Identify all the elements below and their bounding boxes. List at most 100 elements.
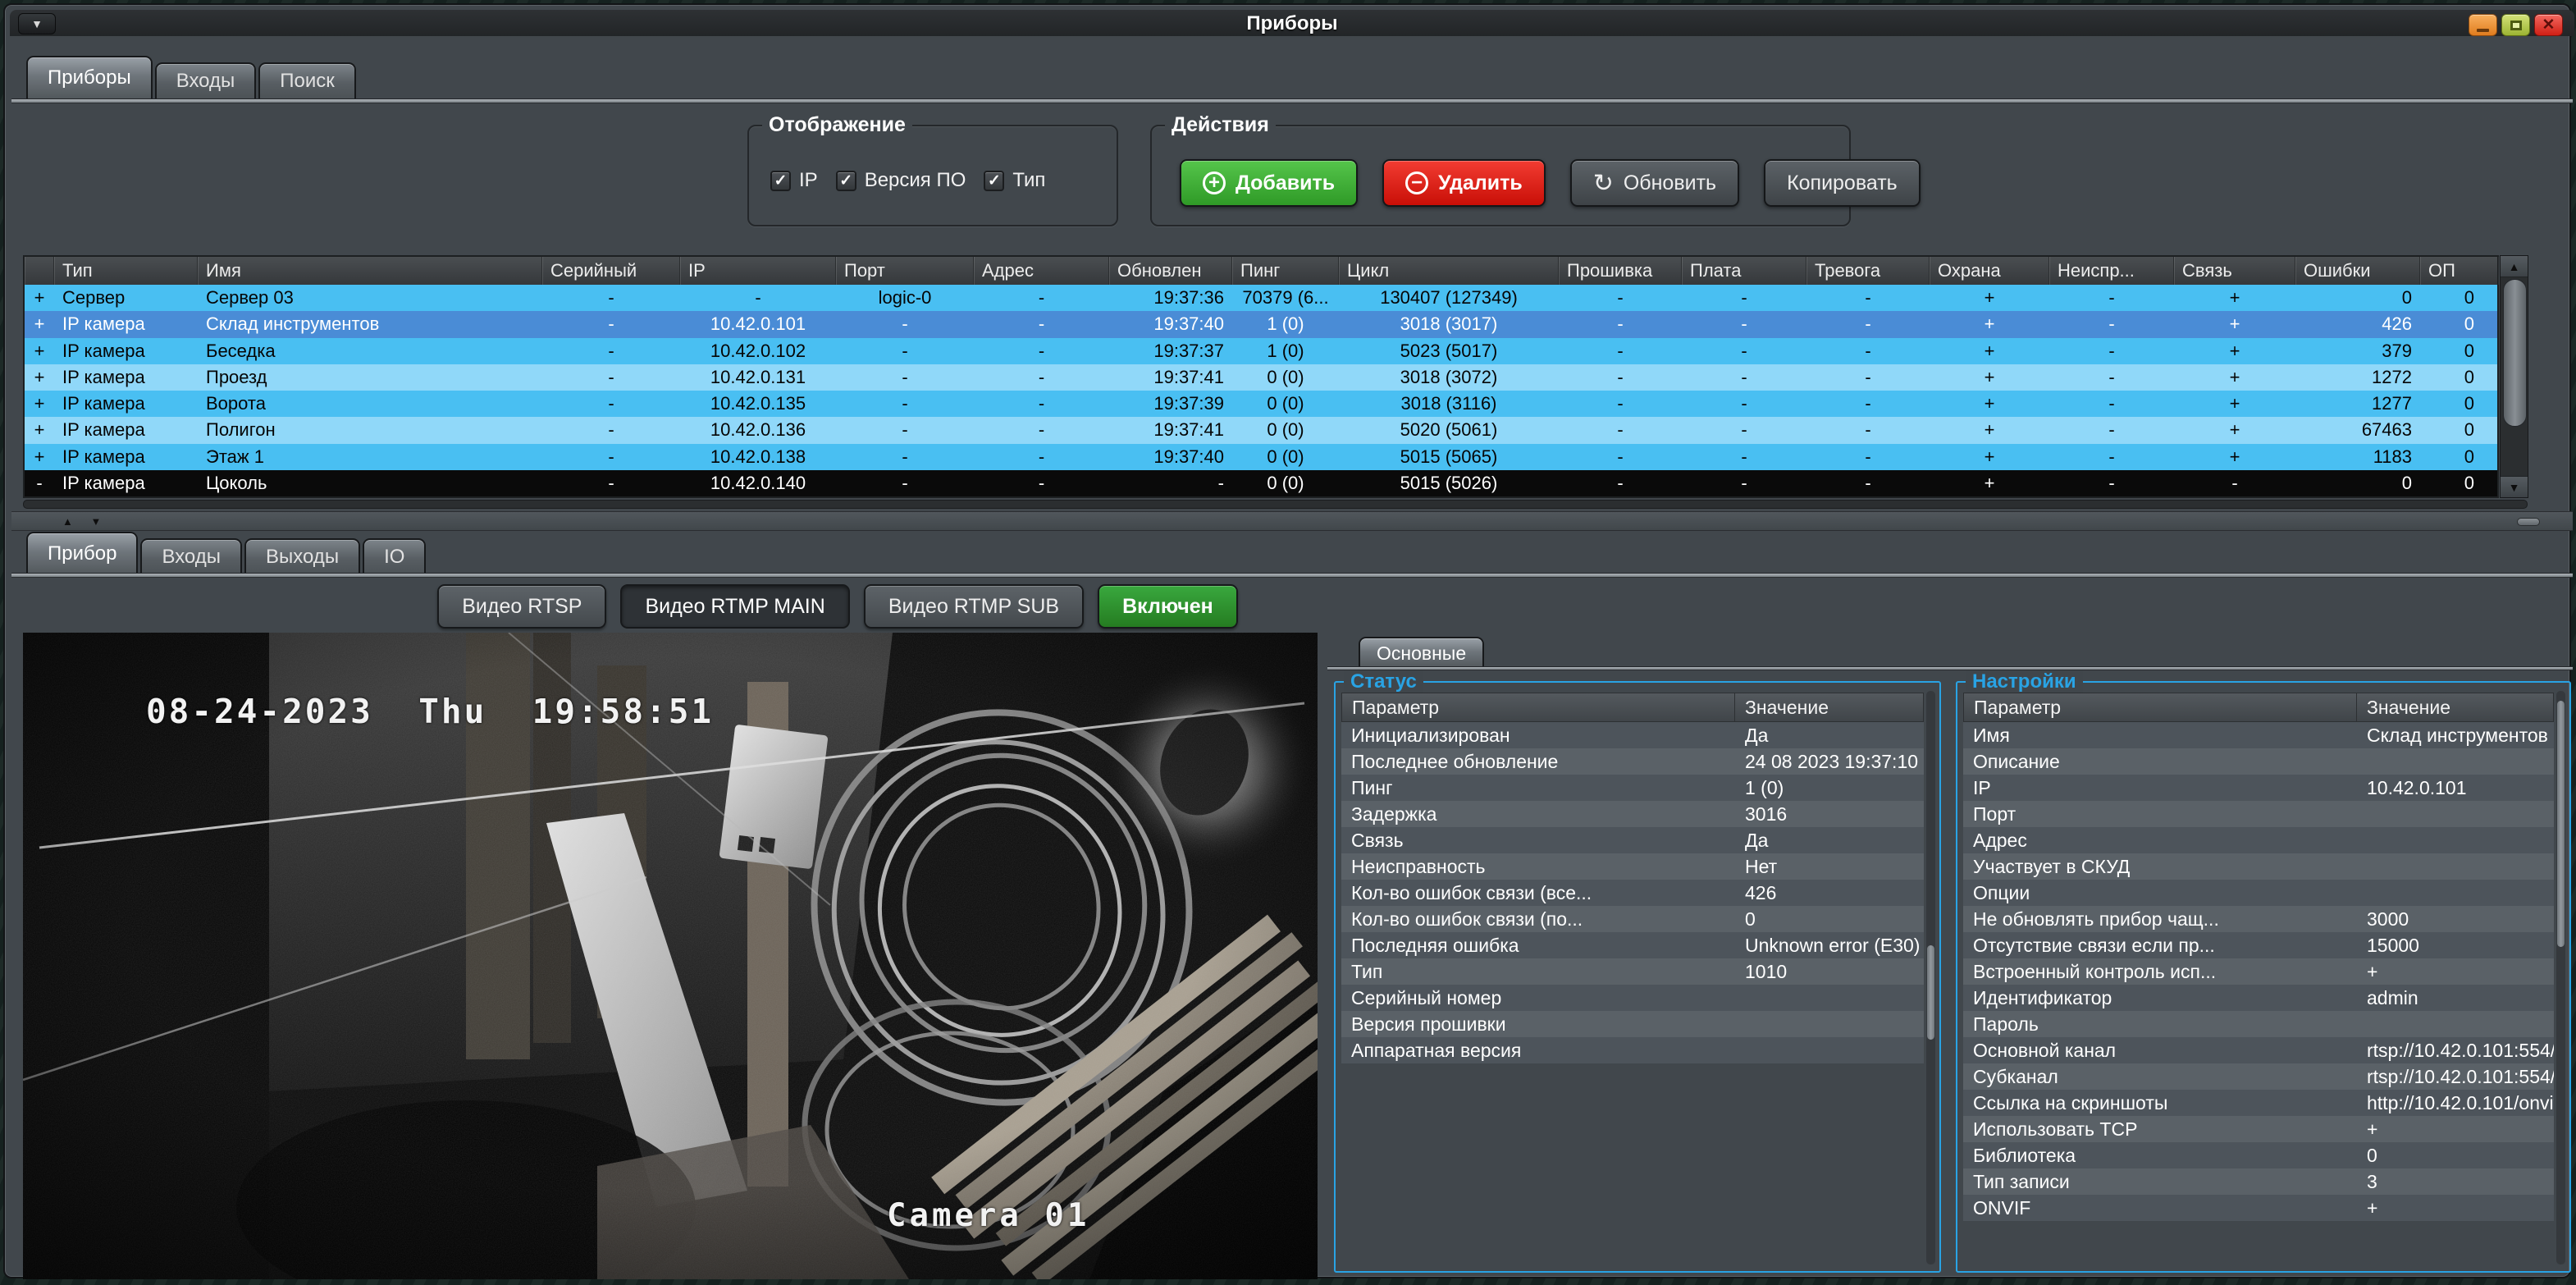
top-tab[interactable]: Входы: [155, 62, 257, 98]
status-row[interactable]: Неисправность Нет: [1341, 853, 1924, 880]
status-row[interactable]: Последняя ошибка Unknown error (E30): [1341, 932, 1924, 958]
column-header[interactable]: IP: [680, 257, 836, 285]
column-header[interactable]: [25, 257, 54, 285]
status-row[interactable]: Инициализирован Да: [1341, 722, 1924, 748]
status-row[interactable]: Кол-во ошибок связи (все... 426: [1341, 880, 1924, 906]
status-row[interactable]: Связь Да: [1341, 827, 1924, 853]
scrollbar-thumb[interactable]: [1927, 945, 1934, 1040]
column-header[interactable]: Пинг: [1232, 257, 1339, 285]
column-header[interactable]: Прошивка: [1559, 257, 1682, 285]
row-expander[interactable]: +: [25, 367, 54, 388]
column-header[interactable]: Имя: [198, 257, 542, 285]
row-expander[interactable]: +: [25, 446, 54, 468]
table-row[interactable]: + IP камера Полигон - 10.42.0.136 - - 19…: [25, 417, 2497, 443]
status-row[interactable]: Аппаратная версия: [1341, 1037, 1924, 1063]
table-hscrollbar[interactable]: [23, 500, 2528, 509]
column-header[interactable]: Ошибки: [2295, 257, 2420, 285]
column-header[interactable]: Порт: [836, 257, 974, 285]
titlebar[interactable]: ▼ Приборы ✕: [10, 10, 2574, 36]
video-button[interactable]: Включен: [1098, 584, 1238, 629]
row-expander[interactable]: -: [25, 473, 54, 494]
table-row[interactable]: + IP камера Ворота - 10.42.0.135 - - 19:…: [25, 391, 2497, 417]
settings-row[interactable]: Описание: [1963, 748, 2554, 775]
column-header[interactable]: Тип: [54, 257, 198, 285]
checkbox-checked-icon[interactable]: ✓: [770, 171, 791, 191]
settings-row[interactable]: Участвует в СКУД: [1963, 853, 2554, 880]
lower-tab[interactable]: Выходы: [244, 538, 360, 574]
column-header[interactable]: Связь: [2174, 257, 2295, 285]
settings-row[interactable]: Идентификатор admin: [1963, 985, 2554, 1011]
settings-row[interactable]: Пароль: [1963, 1011, 2554, 1037]
settings-row[interactable]: Не обновлять прибор чащ... 3000: [1963, 906, 2554, 932]
top-tab[interactable]: Поиск: [258, 62, 356, 98]
status-row[interactable]: Кол-во ошибок связи (по... 0: [1341, 906, 1924, 932]
action-button[interactable]: + Добавить: [1180, 159, 1358, 207]
action-button[interactable]: Копировать: [1764, 159, 1921, 207]
table-scrollbar[interactable]: ▲ ▼: [2500, 255, 2528, 498]
camera-view[interactable]: 08-24-2023 Thu 19:58:51 Camera 01: [23, 633, 1318, 1279]
checkbox-checked-icon[interactable]: ✓: [836, 171, 856, 191]
scroll-up-icon[interactable]: ▲: [2501, 256, 2528, 277]
settings-row[interactable]: Основной канал rtsp://10.42.0.101:554/St…: [1963, 1037, 2554, 1063]
row-expander[interactable]: +: [25, 419, 54, 441]
top-tab[interactable]: Приборы: [26, 56, 153, 98]
splitter-arrows-icon[interactable]: ▲ ▼: [62, 515, 108, 528]
settings-row[interactable]: Имя Склад инструментов: [1963, 722, 2554, 748]
row-expander[interactable]: +: [25, 313, 54, 335]
column-header[interactable]: Тревога: [1806, 257, 1930, 285]
action-button[interactable]: ↻ Обновить: [1570, 159, 1739, 207]
checkbox-checked-icon[interactable]: ✓: [984, 171, 1004, 191]
checkbox-item[interactable]: ✓ IP: [770, 169, 818, 192]
settings-row[interactable]: Ссылка на скриншоты http://10.42.0.101/o…: [1963, 1090, 2554, 1116]
lower-tab[interactable]: Прибор: [26, 532, 138, 574]
detail-tab[interactable]: Основные: [1359, 637, 1484, 668]
table-row[interactable]: + IP камера Этаж 1 - 10.42.0.138 - - 19:…: [25, 444, 2497, 470]
table-row[interactable]: + IP камера Проезд - 10.42.0.131 - - 19:…: [25, 364, 2497, 391]
column-header[interactable]: Цикл: [1339, 257, 1559, 285]
settings-row[interactable]: Порт: [1963, 801, 2554, 827]
action-button[interactable]: − Удалить: [1382, 159, 1546, 207]
status-scrollbar[interactable]: [1926, 691, 1935, 1264]
row-expander[interactable]: +: [25, 287, 54, 309]
lower-tab[interactable]: IO: [363, 538, 426, 574]
scrollbar-thumb[interactable]: [2557, 701, 2565, 947]
settings-row[interactable]: Использовать TCP +: [1963, 1116, 2554, 1142]
status-row[interactable]: Версия прошивки: [1341, 1011, 1924, 1037]
column-header[interactable]: Обновлен: [1109, 257, 1232, 285]
param-column-header[interactable]: Параметр: [1341, 693, 1735, 722]
video-button[interactable]: Видео RTMP SUB: [864, 584, 1084, 629]
value-column-header[interactable]: Значение: [2357, 693, 2554, 722]
status-row[interactable]: Задержка 3016: [1341, 801, 1924, 827]
column-header[interactable]: Охрана: [1930, 257, 2049, 285]
settings-scrollbar[interactable]: [2556, 691, 2565, 1264]
settings-row[interactable]: IP 10.42.0.101: [1963, 775, 2554, 801]
table-row[interactable]: - IP камера Цоколь - 10.42.0.140 - - - 0…: [25, 470, 2497, 496]
settings-row[interactable]: ONVIF +: [1963, 1195, 2554, 1221]
maximize-button[interactable]: [2501, 14, 2530, 36]
status-row[interactable]: Серийный номер: [1341, 985, 1924, 1011]
status-row[interactable]: Тип 1010: [1341, 958, 1924, 985]
lower-tab[interactable]: Входы: [140, 538, 242, 574]
status-row[interactable]: Пинг 1 (0): [1341, 775, 1924, 801]
video-button[interactable]: Видео RTSP: [437, 584, 606, 629]
settings-row[interactable]: Опции: [1963, 880, 2554, 906]
column-header[interactable]: Неиспр...: [2049, 257, 2174, 285]
settings-row[interactable]: Субканал rtsp://10.42.0.101:554/St...: [1963, 1063, 2554, 1090]
splitter-handle[interactable]: ▲ ▼: [11, 511, 2573, 531]
settings-row[interactable]: Библиотека 0: [1963, 1142, 2554, 1168]
settings-row[interactable]: Встроенный контроль исп... +: [1963, 958, 2554, 985]
table-row[interactable]: + Сервер Сервер 03 - - logic-0 - 19:37:3…: [25, 285, 2497, 311]
checkbox-item[interactable]: ✓ Тип: [984, 169, 1045, 192]
column-header[interactable]: Адрес: [974, 257, 1109, 285]
splitter-grip[interactable]: [2517, 518, 2540, 526]
close-button[interactable]: ✕: [2534, 14, 2563, 36]
table-row[interactable]: + IP камера Склад инструментов - 10.42.0…: [25, 311, 2497, 337]
row-expander[interactable]: +: [25, 341, 54, 362]
column-header[interactable]: Серийный: [542, 257, 680, 285]
status-row[interactable]: Последнее обновление 24 08 2023 19:37:10: [1341, 748, 1924, 775]
scrollbar-thumb[interactable]: [2503, 279, 2527, 427]
table-row[interactable]: + IP камера Беседка - 10.42.0.102 - - 19…: [25, 338, 2497, 364]
checkbox-item[interactable]: ✓ Версия ПО: [836, 169, 966, 192]
column-header[interactable]: Плата: [1682, 257, 1806, 285]
settings-row[interactable]: Адрес: [1963, 827, 2554, 853]
